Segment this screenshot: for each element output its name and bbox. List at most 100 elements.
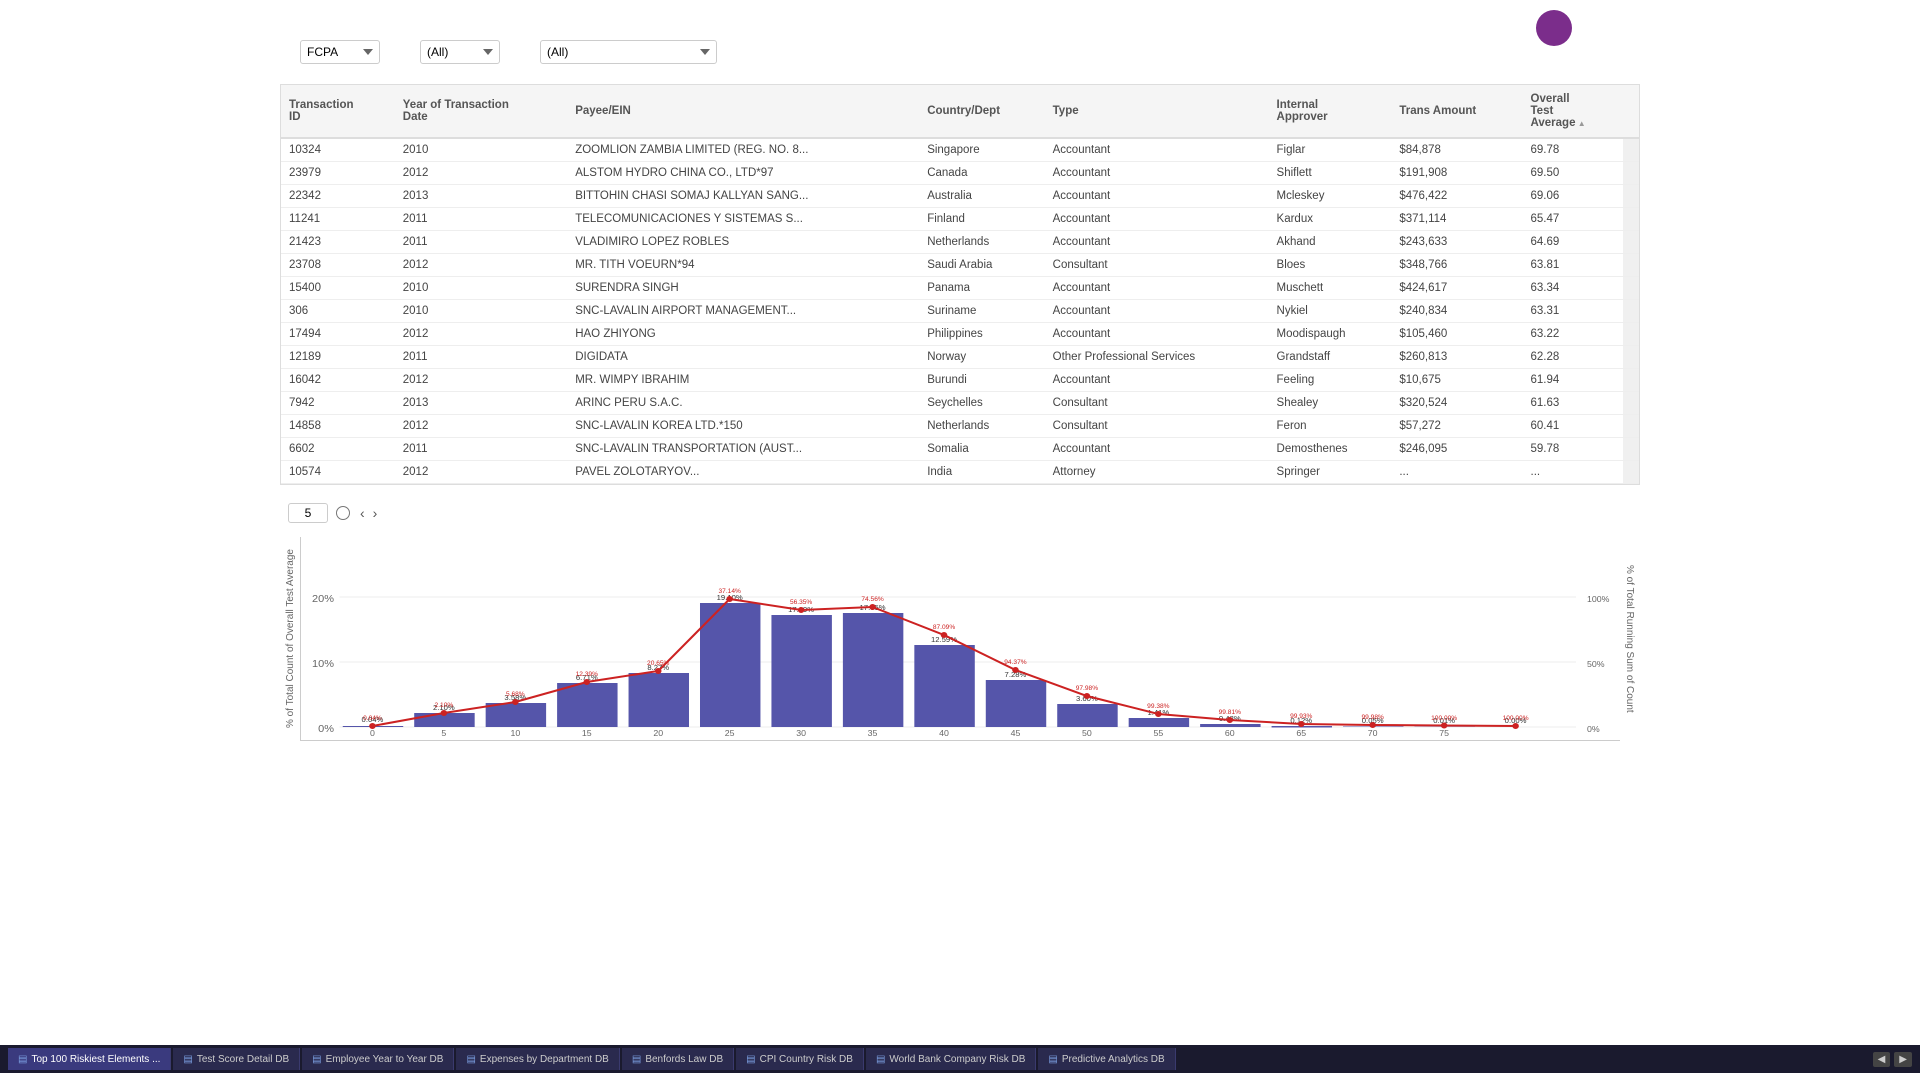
table-row[interactable]: 10574 2012 PAVEL ZOLOTARYOV... India Att…: [281, 461, 1639, 484]
col-avg[interactable]: OverallTestAverage: [1523, 85, 1623, 138]
tab-icon-3: ▤: [466, 1054, 475, 1065]
table-row[interactable]: 11241 2011 TELECOMUNICACIONES Y SISTEMAS…: [281, 208, 1639, 231]
y-axis-right-label: % of Total Running Sum of Count: [1620, 537, 1640, 741]
cell-year: 2012: [395, 162, 567, 185]
svg-text:94.37%: 94.37%: [1004, 659, 1027, 666]
svg-text:99.98%: 99.98%: [1362, 714, 1385, 721]
tab-4[interactable]: ▤Benfords Law DB: [622, 1048, 734, 1070]
cell-payee: SNC-LAVALIN TRANSPORTATION (AUST...: [567, 438, 919, 461]
tab-icon-6: ▤: [876, 1054, 885, 1065]
cell-scrollbar: [1623, 438, 1639, 461]
tab-label-4: Benfords Law DB: [645, 1054, 723, 1065]
tab-label-7: Predictive Analytics DB: [1062, 1054, 1165, 1065]
tab-2[interactable]: ▤Employee Year to Year DB: [302, 1048, 454, 1070]
tab-label-0: Top 100 Riskiest Elements ...: [31, 1054, 160, 1065]
cell-payee: SURENDRA SINGH: [567, 277, 919, 300]
cell-id: 10574: [281, 461, 395, 484]
cell-payee: MR. WIMPY IBRAHIM: [567, 369, 919, 392]
cell-approver: Nykiel: [1269, 300, 1392, 323]
cell-avg: ...: [1523, 461, 1623, 484]
page-header: [0, 0, 1920, 30]
table-row[interactable]: 15400 2010 SURENDRA SINGH Panama Account…: [281, 277, 1639, 300]
table-row[interactable]: 16042 2012 MR. WIMPY IBRAHIM Burundi Acc…: [281, 369, 1639, 392]
svg-text:50%: 50%: [1587, 659, 1605, 669]
tab-7[interactable]: ▤Predictive Analytics DB: [1038, 1048, 1175, 1070]
transaction-date-select[interactable]: (All) 2010 2011 2012 2013: [420, 40, 500, 64]
svg-text:99.38%: 99.38%: [1147, 703, 1170, 710]
cell-approver: Grandstaff: [1269, 346, 1392, 369]
tab-1[interactable]: ▤Test Score Detail DB: [173, 1048, 300, 1070]
cell-approver: Akhand: [1269, 231, 1392, 254]
cell-payee: ZOOMLION ZAMBIA LIMITED (REG. NO. 8...: [567, 138, 919, 162]
svg-text:20: 20: [653, 728, 663, 737]
table-row[interactable]: 10324 2010 ZOOMLION ZAMBIA LIMITED (REG.…: [281, 138, 1639, 162]
cell-avg: 69.50: [1523, 162, 1623, 185]
cell-type: Accountant: [1045, 162, 1269, 185]
cell-id: 15400: [281, 277, 395, 300]
chart-svg: 0% 10% 20% 0.04% 2.10% 3.58% 6.71%: [301, 537, 1620, 737]
cell-country: India: [919, 461, 1044, 484]
cell-avg: 63.34: [1523, 277, 1623, 300]
table-row[interactable]: 306 2010 SNC-LAVALIN AIRPORT MANAGEMENT.…: [281, 300, 1639, 323]
cell-country: Somalia: [919, 438, 1044, 461]
cell-type: Accountant: [1045, 138, 1269, 162]
cell-country: Philippines: [919, 323, 1044, 346]
cell-payee: SNC-LAVALIN AIRPORT MANAGEMENT...: [567, 300, 919, 323]
bin-prev-button[interactable]: ‹: [358, 505, 367, 521]
bin-size-area: ‹ ›: [0, 495, 1920, 531]
tab-label-3: Expenses by Department DB: [480, 1054, 609, 1065]
svg-text:10%: 10%: [312, 658, 334, 669]
cell-payee: TELECOMUNICACIONES Y SISTEMAS S...: [567, 208, 919, 231]
table-row[interactable]: 7942 2013 ARINC PERU S.A.C. Seychelles C…: [281, 392, 1639, 415]
tab-6[interactable]: ▤World Bank Company Risk DB: [866, 1048, 1036, 1070]
table-row[interactable]: 6602 2011 SNC-LAVALIN TRANSPORTATION (AU…: [281, 438, 1639, 461]
table-row[interactable]: 22342 2013 BITTOHIN CHASI SOMAJ KALLYAN …: [281, 185, 1639, 208]
cell-country: Canada: [919, 162, 1044, 185]
type-select[interactable]: (All) Accountant Consultant Attorney Oth…: [540, 40, 717, 64]
tab-0[interactable]: ▤Top 100 Riskiest Elements ...: [8, 1048, 171, 1070]
cell-scrollbar: [1623, 369, 1639, 392]
col-amount: Trans Amount: [1391, 85, 1522, 138]
table-row[interactable]: 12189 2011 DIGIDATA Norway Other Profess…: [281, 346, 1639, 369]
svg-text:15: 15: [582, 728, 592, 737]
svg-text:99.93%: 99.93%: [1290, 713, 1313, 720]
table-row[interactable]: 21423 2011 VLADIMIRO LOPEZ ROBLES Nether…: [281, 231, 1639, 254]
table-row[interactable]: 23708 2012 MR. TITH VOEURN*94 Saudi Arab…: [281, 254, 1639, 277]
cell-amount: $371,114: [1391, 208, 1522, 231]
bin-next-button[interactable]: ›: [371, 505, 380, 521]
bin-input[interactable]: [288, 503, 328, 523]
cell-country: Saudi Arabia: [919, 254, 1044, 277]
tab-scroll-left[interactable]: ◀: [1873, 1052, 1891, 1067]
cell-payee: DIGIDATA: [567, 346, 919, 369]
cell-type: Accountant: [1045, 369, 1269, 392]
cell-approver: Demosthenes: [1269, 438, 1392, 461]
tab-5[interactable]: ▤CPI Country Risk DB: [736, 1048, 864, 1070]
tab-scroll-right[interactable]: ▶: [1894, 1052, 1912, 1067]
svg-text:74.56%: 74.56%: [861, 596, 884, 603]
cell-country: Burundi: [919, 369, 1044, 392]
cell-country: Netherlands: [919, 415, 1044, 438]
cell-type: Accountant: [1045, 185, 1269, 208]
cell-year: 2013: [395, 185, 567, 208]
cell-amount: ...: [1391, 461, 1522, 484]
cell-year: 2012: [395, 323, 567, 346]
cell-scrollbar: [1623, 162, 1639, 185]
table-row[interactable]: 23979 2012 ALSTOM HYDRO CHINA CO., LTD*9…: [281, 162, 1639, 185]
cell-avg: 69.78: [1523, 138, 1623, 162]
tab-3[interactable]: ▤ Expenses by Department DB: [456, 1048, 619, 1070]
cell-amount: $424,617: [1391, 277, 1522, 300]
table-row[interactable]: 14858 2012 SNC-LAVALIN KOREA LTD.*150 Ne…: [281, 415, 1639, 438]
cell-scrollbar: [1623, 392, 1639, 415]
filters-bar: FCPA All (All) 2010 2011 2012 2013 (All)…: [0, 30, 1920, 74]
bin-radio[interactable]: [336, 506, 350, 520]
table-body: 10324 2010 ZOOMLION ZAMBIA LIMITED (REG.…: [281, 138, 1639, 484]
svg-text:0: 0: [370, 728, 375, 737]
cell-year: 2011: [395, 231, 567, 254]
cell-scrollbar: [1623, 138, 1639, 162]
tab-label-2: Employee Year to Year DB: [326, 1054, 444, 1065]
cell-avg: 61.94: [1523, 369, 1623, 392]
cell-approver: Feron: [1269, 415, 1392, 438]
test-type-select[interactable]: FCPA All: [300, 40, 380, 64]
table-row[interactable]: 17494 2012 HAO ZHIYONG Philippines Accou…: [281, 323, 1639, 346]
cell-avg: 63.31: [1523, 300, 1623, 323]
